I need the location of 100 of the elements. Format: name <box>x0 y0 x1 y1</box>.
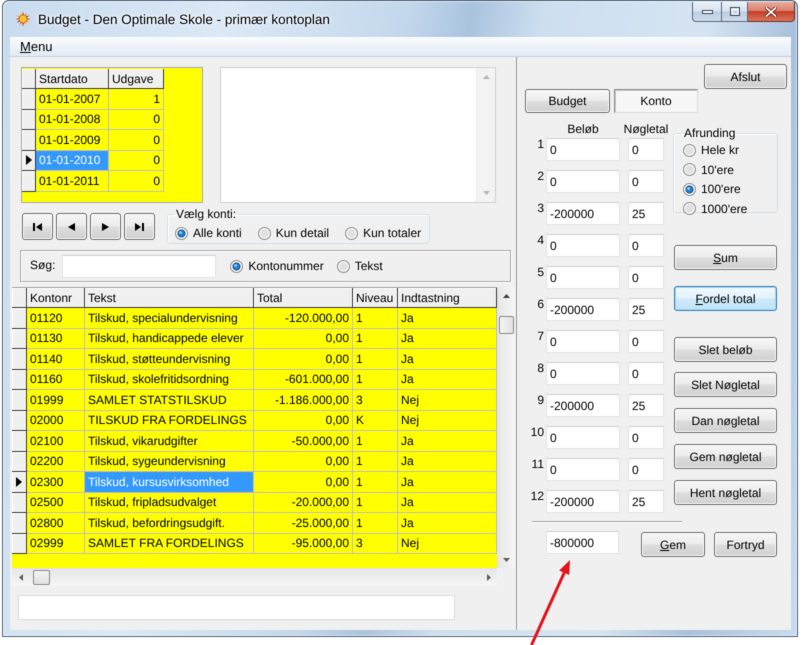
tab[interactable]: Budget <box>525 89 610 113</box>
level-cell: K <box>353 410 398 431</box>
search-label: Søg: <box>30 258 56 272</box>
row-header[interactable] <box>12 472 27 492</box>
clear-amounts-button[interactable]: Slet beløb <box>674 337 777 362</box>
radio-option[interactable]: Kun totaler <box>345 226 422 240</box>
total-cell: -95.000,00 <box>254 534 353 554</box>
amount-field[interactable]: 0 <box>546 362 620 385</box>
column-header[interactable]: Udgave <box>109 69 164 89</box>
radio-option[interactable]: 100'ere <box>683 182 741 196</box>
scroll-left-icon[interactable] <box>18 574 22 581</box>
radio-option[interactable]: Kun detail <box>258 226 330 240</box>
radio-option[interactable]: 10'ere <box>683 162 734 176</box>
column-header[interactable]: Kontonr <box>27 288 85 308</box>
key-figure-field[interactable]: 0 <box>628 330 664 353</box>
radio-option[interactable]: Hele kr <box>683 143 740 157</box>
row-header[interactable] <box>22 110 36 130</box>
row-header[interactable] <box>12 513 27 534</box>
next-button[interactable] <box>90 213 121 240</box>
amount-field[interactable]: -200000 <box>546 490 620 513</box>
row-header[interactable] <box>22 89 36 110</box>
maximize-button[interactable] <box>721 2 748 22</box>
key-figure-field[interactable]: 0 <box>628 458 664 481</box>
row-header[interactable] <box>12 308 27 328</box>
key-figure-field[interactable]: 25 <box>628 298 664 321</box>
amount-field[interactable]: 0 <box>546 330 620 353</box>
distribute-total-button[interactable]: Fordel total <box>674 286 777 311</box>
sum-button[interactable]: Sum <box>674 245 777 270</box>
total-field[interactable]: -800000 <box>546 531 619 554</box>
radio-option[interactable]: 1000'ere <box>683 202 748 216</box>
row-header[interactable] <box>12 328 27 349</box>
row-header[interactable] <box>12 410 27 431</box>
row-header[interactable] <box>22 171 36 192</box>
save-key-figures-button[interactable]: Gem nøgletal <box>674 444 777 469</box>
row-header[interactable] <box>12 492 27 513</box>
amount-field[interactable]: -200000 <box>546 298 620 321</box>
key-figure-field[interactable]: 0 <box>628 426 664 449</box>
column-header[interactable]: Startdato <box>36 69 109 89</box>
exit-button[interactable]: Afslut <box>704 64 787 89</box>
scroll-up-icon[interactable] <box>503 294 510 298</box>
level-cell: 3 <box>353 390 398 410</box>
row-header[interactable] <box>12 349 27 370</box>
account-number-cell: 02000 <box>27 410 85 431</box>
amount-field[interactable]: -200000 <box>546 202 620 225</box>
tab[interactable]: Konto <box>614 89 698 113</box>
horizontal-scrollbar[interactable] <box>12 568 497 586</box>
menu-item[interactable]: Menu <box>19 39 54 54</box>
column-header[interactable]: Total <box>254 288 353 308</box>
key-figure-field[interactable]: 0 <box>628 170 664 193</box>
scroll-down-icon[interactable] <box>503 558 510 562</box>
first-button[interactable] <box>22 213 53 240</box>
cancel-button[interactable]: Fortryd <box>714 532 777 557</box>
close-button[interactable] <box>748 2 795 22</box>
scrollbar-thumb[interactable] <box>33 570 50 585</box>
row-header[interactable] <box>22 130 36 150</box>
key-figure-field[interactable]: 0 <box>628 266 664 289</box>
column-header[interactable]: Indtastning <box>398 288 497 308</box>
row-number: 3 <box>536 202 544 214</box>
memo-field[interactable] <box>220 67 496 203</box>
key-figure-field[interactable]: 0 <box>628 234 664 257</box>
amount-field[interactable]: 0 <box>546 234 620 257</box>
sunburst-icon <box>15 11 31 27</box>
radio-option[interactable]: Kontonummer <box>230 259 324 273</box>
search-field[interactable] <box>62 254 216 278</box>
date-cell: 01-01-2007 <box>36 89 109 110</box>
key-figure-field[interactable]: 0 <box>628 138 664 161</box>
radio-option[interactable]: Alle konti <box>175 226 242 240</box>
amount-field[interactable]: 0 <box>546 266 620 289</box>
row-header[interactable] <box>22 150 36 171</box>
key-figure-field[interactable]: 25 <box>628 394 664 417</box>
amount-field[interactable]: 0 <box>546 426 620 449</box>
scrollbar-thumb[interactable] <box>499 316 514 334</box>
key-figure-field[interactable]: 25 <box>628 202 664 225</box>
amount-field[interactable]: 0 <box>546 458 620 481</box>
minimize-button[interactable] <box>692 2 721 22</box>
save-button[interactable]: Gem <box>641 532 705 557</box>
total-cell: -120.000,00 <box>254 308 353 328</box>
key-figure-field[interactable]: 0 <box>628 362 664 385</box>
row-header[interactable] <box>12 534 27 554</box>
amount-field[interactable]: 0 <box>546 138 620 161</box>
load-key-figures-button[interactable]: Hent nøgletal <box>674 480 777 505</box>
row-header[interactable] <box>12 452 27 472</box>
input-field[interactable] <box>18 595 455 620</box>
vertical-scrollbar[interactable] <box>497 287 515 568</box>
column-header[interactable]: Niveau <box>353 288 398 308</box>
amount-field[interactable]: 0 <box>546 170 620 193</box>
row-header[interactable] <box>12 431 27 452</box>
account-text-cell: Tilskud, skolefritidsordning <box>85 370 254 390</box>
key-figure-field[interactable]: 25 <box>628 490 664 513</box>
row-header[interactable] <box>12 390 27 410</box>
column-header[interactable]: Tekst <box>85 288 254 308</box>
clear-key-figures-button[interactable]: Slet Nøgletal <box>674 372 777 397</box>
last-button[interactable] <box>124 213 155 240</box>
row-header[interactable] <box>12 370 27 390</box>
amount-field[interactable]: -200000 <box>546 394 620 417</box>
scroll-right-icon[interactable] <box>486 574 490 581</box>
create-key-figures-button[interactable]: Dan nøgletal <box>674 408 777 433</box>
previous-button[interactable] <box>56 213 87 240</box>
row-number: 12 <box>530 490 544 502</box>
radio-option[interactable]: Tekst <box>336 259 383 273</box>
